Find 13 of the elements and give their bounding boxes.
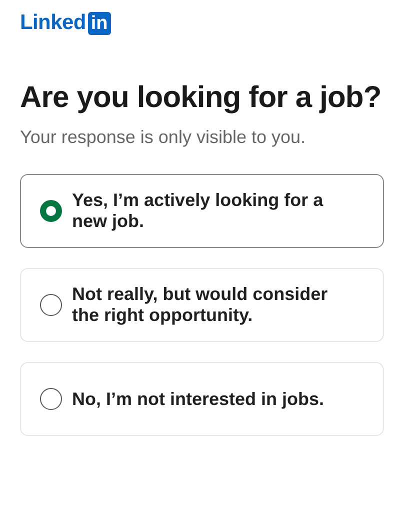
option-label: Yes, I’m actively looking for a new job. [72, 190, 324, 232]
option-label: Not really, but would consider the right opportunity. [72, 284, 329, 326]
page-title: Are you looking for a job? [20, 81, 382, 115]
radio-button[interactable] [40, 294, 62, 316]
option-label: No, I’m not interested in jobs. [72, 388, 324, 410]
logo-text: Linked [20, 11, 86, 35]
option-card[interactable]: No, I’m not interested in jobs. [20, 362, 384, 436]
logo-badge: in [88, 12, 111, 34]
subtitle: Your response is only visible to you. [20, 127, 306, 148]
option-card[interactable]: Yes, I’m actively looking for a new job. [20, 174, 384, 248]
radio-button[interactable] [40, 200, 62, 222]
option-card[interactable]: Not really, but would consider the right opportunity. [20, 268, 384, 342]
radio-button[interactable] [40, 388, 62, 410]
